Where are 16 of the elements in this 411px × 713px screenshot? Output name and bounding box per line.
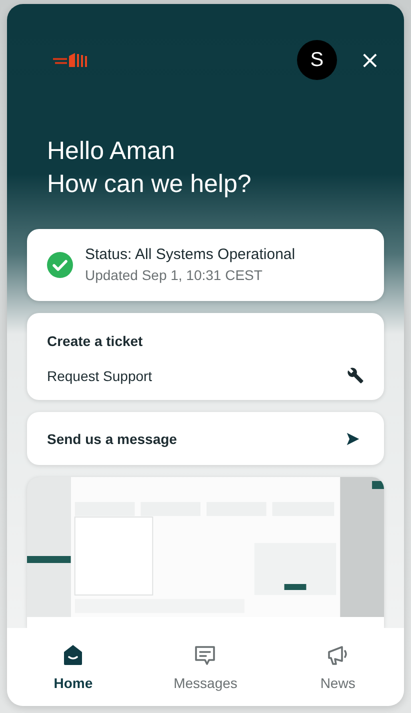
status-title: Status: All Systems Operational <box>85 245 296 265</box>
request-support-link[interactable]: Request Support <box>47 367 364 384</box>
chat-icon <box>193 643 218 667</box>
nav-tab[interactable]: Messages <box>139 628 272 706</box>
wrench-icon <box>347 367 364 384</box>
send-icon <box>346 432 360 446</box>
avatar[interactable]: S <box>296 40 337 80</box>
megaphone-icon <box>326 643 350 667</box>
greeting-line: Hello Aman <box>47 136 176 167</box>
status-updated: Updated Sep 1, 10:31 CEST <box>85 266 264 285</box>
nav-tab[interactable]: Home <box>7 628 140 706</box>
close-button[interactable]: × <box>356 48 384 72</box>
send-message-button[interactable]: Send us a message <box>27 412 384 465</box>
ticket-title: Create a ticket <box>47 333 144 349</box>
greeting-line: How can we help? <box>47 169 252 200</box>
nav-tab[interactable]: News <box>272 628 404 706</box>
